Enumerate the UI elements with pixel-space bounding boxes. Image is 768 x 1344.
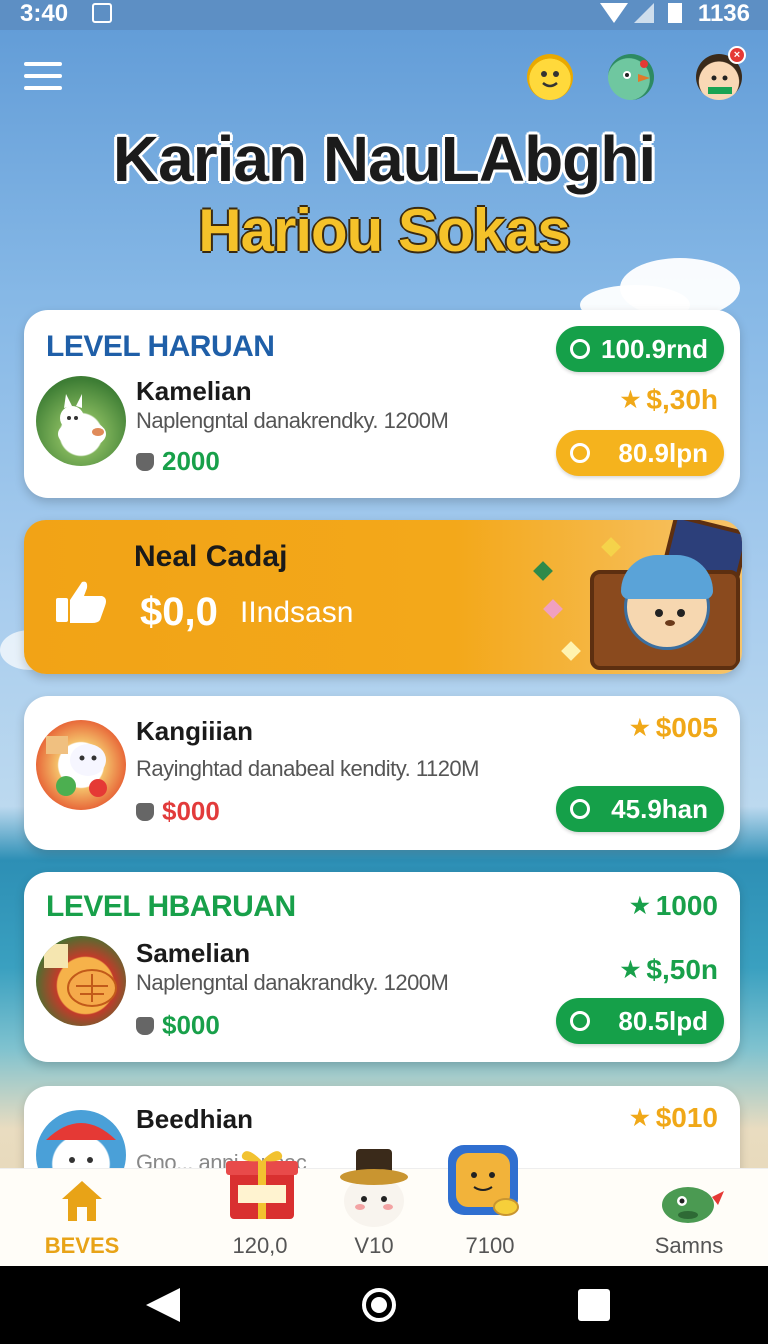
nav-coins[interactable]: 7100 <box>440 1145 540 1267</box>
card-value: $000 <box>136 796 220 827</box>
food-avatar <box>36 720 126 810</box>
cat-coin-icon <box>448 1145 519 1216</box>
thumbs-up-icon <box>136 1017 154 1035</box>
thumbs-up-icon <box>136 453 154 471</box>
battery-icon <box>668 3 682 23</box>
level-card[interactable]: LEVEL HBARUAN Samelian Naplengntal danak… <box>24 872 740 1062</box>
card-name: Samelian <box>136 938 251 968</box>
gift-box-icon <box>226 1151 298 1219</box>
card-description: Naplengntal danakrendky. 1200M <box>136 408 449 433</box>
page-title: Karian NauLAbghi <box>112 123 656 195</box>
status-time: 3:40 <box>20 0 69 27</box>
bird-mascot-icon <box>662 1187 724 1223</box>
notification-badge: × <box>728 46 746 64</box>
promo-subtitle: IIndsasn <box>240 596 354 629</box>
page-subtitle: Hariou Sokas <box>198 197 570 264</box>
reward-pill-button[interactable]: 80.5lpd <box>556 998 724 1044</box>
card-name: Kangiiian <box>136 716 254 746</box>
nav-label: V10 <box>354 1233 394 1258</box>
card-name: Beedhian <box>136 1104 254 1134</box>
reward-pill-button[interactable]: 45.9han <box>556 786 724 832</box>
card-value: 2000 <box>136 446 220 477</box>
mascot-with-hat <box>621 555 713 650</box>
card-description: Naplengntal danakrandky. 1200M <box>136 970 449 995</box>
recent-apps-icon[interactable] <box>578 1289 610 1321</box>
star-value-text: 1000 <box>655 890 718 921</box>
pill-text: 80.9lpn <box>618 438 708 468</box>
target-icon <box>570 443 590 463</box>
star-value: ★ $010 <box>630 1102 718 1134</box>
profile-avatar-icon[interactable]: × <box>696 46 746 100</box>
thumbs-up-icon <box>56 581 106 623</box>
nav-bird[interactable]: Samns <box>640 1169 738 1267</box>
star-icon: ★ <box>629 1105 650 1130</box>
signal-icon <box>634 3 654 23</box>
promo-amount: $0,0 <box>140 590 218 634</box>
star-value: ★ $,30h <box>621 384 718 416</box>
bottom-navigation: BEVES 120,0 V10 7100 Samns <box>0 1145 768 1267</box>
claim-pill-button[interactable]: 80.9lpn <box>556 430 724 476</box>
back-icon[interactable] <box>146 1288 180 1322</box>
star-icon: ★ <box>620 387 641 412</box>
wifi-icon <box>600 3 628 23</box>
home-button-icon[interactable] <box>362 1288 396 1322</box>
sparkle-icon <box>601 537 621 557</box>
card-value-text: $000 <box>162 796 220 826</box>
nav-mascot[interactable]: V10 <box>328 1149 420 1267</box>
pill-text: 80.5lpd <box>618 1006 708 1036</box>
star-icon: ★ <box>620 957 641 982</box>
food-avatar <box>36 936 126 1026</box>
star-value-text: $,30h <box>646 384 718 415</box>
card-value: $000 <box>136 1010 220 1041</box>
card-value-text: $000 <box>162 1010 220 1040</box>
pet-avatar <box>36 376 126 466</box>
star-icon: ★ <box>629 893 650 918</box>
reward-pill-button[interactable]: 100.9rnd <box>556 326 724 372</box>
promo-title: Neal Cadaj <box>134 540 288 573</box>
star-value: ★ $,50n <box>621 954 718 986</box>
level-label: LEVEL HARUAN <box>46 330 275 363</box>
card-value-text: 2000 <box>162 446 220 476</box>
nav-label: Samns <box>654 1233 724 1258</box>
status-bar: 3:40 1136 <box>0 0 768 30</box>
target-icon <box>570 1011 590 1031</box>
star-value-text: $005 <box>655 712 718 743</box>
nav-home[interactable]: BEVES <box>30 1169 134 1267</box>
card-description: Rayinghtad danabeal kendity. 1120M <box>136 756 480 781</box>
status-battery-text: 1136 <box>697 0 750 27</box>
card-name: Kamelian <box>136 376 252 406</box>
level-card[interactable]: Kangiiian Rayinghtad danabeal kendity. 1… <box>24 696 740 850</box>
nav-gifts[interactable]: 120,0 <box>214 1151 306 1267</box>
pill-text: 100.9rnd <box>601 334 708 364</box>
star-value-text: $,50n <box>646 954 718 985</box>
nav-label: 120,0 <box>232 1233 288 1258</box>
emoji-face-icon[interactable] <box>527 54 573 100</box>
star-value: ★ $005 <box>630 712 718 744</box>
star-value-top: ★ 1000 <box>630 890 718 922</box>
sparkle-icon <box>543 599 563 619</box>
sparkle-icon <box>561 641 581 661</box>
nav-label: BEVES <box>44 1233 120 1258</box>
home-icon <box>62 1181 102 1221</box>
promo-banner[interactable]: Neal Cadaj $0,0 IIndsasn <box>24 520 742 674</box>
thumbs-up-icon <box>136 803 154 821</box>
star-value-text: $010 <box>655 1102 718 1133</box>
gallery-notification-icon <box>92 3 112 23</box>
pill-text: 45.9han <box>611 794 708 824</box>
bird-icon[interactable] <box>608 54 654 100</box>
target-icon <box>570 339 590 359</box>
sparkle-icon <box>533 561 553 581</box>
menu-icon[interactable] <box>24 62 62 92</box>
target-icon <box>570 799 590 819</box>
mascot-hat-icon <box>340 1149 408 1227</box>
level-label: LEVEL HBARUAN <box>46 890 296 923</box>
star-icon: ★ <box>629 715 650 740</box>
system-navigation-bar <box>0 1266 768 1344</box>
level-card[interactable]: LEVEL HARUAN Kamelian Naplengntal danakr… <box>24 310 740 498</box>
nav-label: 7100 <box>465 1233 515 1258</box>
